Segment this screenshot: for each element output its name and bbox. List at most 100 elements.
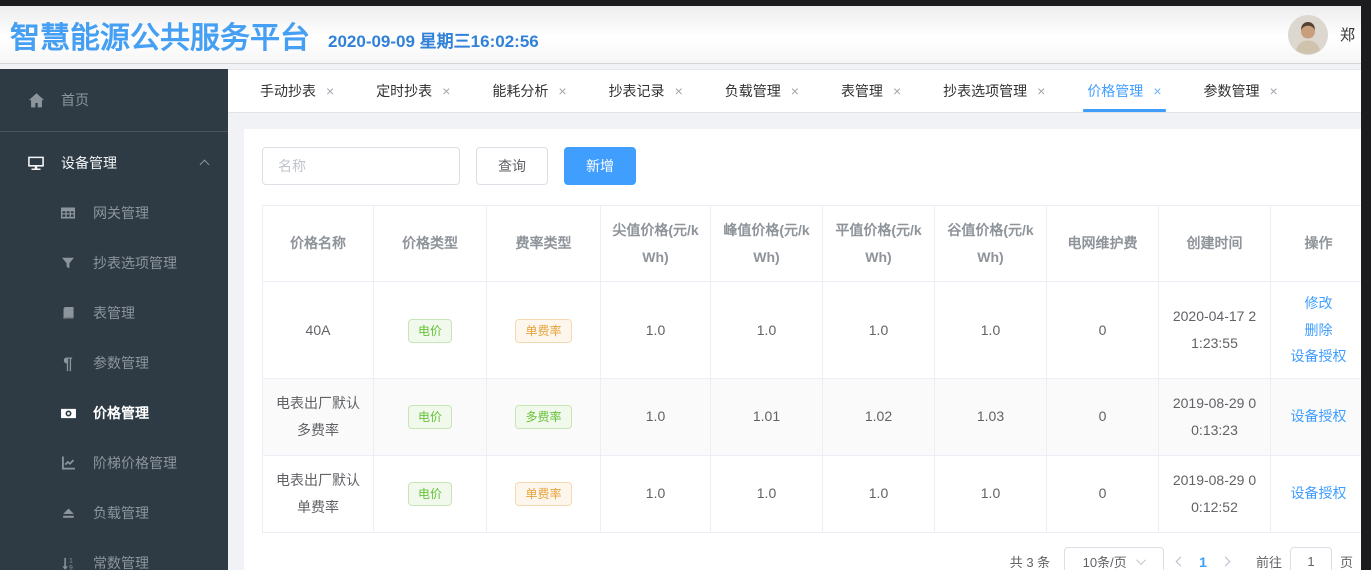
- goto-unit: 页: [1339, 555, 1353, 570]
- pilcrow-icon: ¶: [63, 353, 73, 373]
- price-table: 价格名称 价格类型 费率类型 尖值价格(元/kWh) 峰值价格(元/kWh) 平…: [262, 205, 1367, 533]
- tab-scheduled-reading[interactable]: 定时抄表 ×: [362, 70, 464, 112]
- delete-link[interactable]: 删除: [1305, 322, 1333, 338]
- page-size-value: 10条/页: [1082, 555, 1127, 570]
- col-price-name: 价格名称: [262, 205, 374, 282]
- sidebar-item-label: 抄表选项管理: [93, 255, 177, 271]
- cell-grid-fee: 0: [1046, 281, 1159, 379]
- col-operations: 操作: [1270, 205, 1367, 282]
- sidebar-item-load-management[interactable]: 负载管理: [0, 488, 228, 538]
- rate-type-badge: 单费率: [515, 318, 572, 343]
- rate-type-badge: 单费率: [515, 482, 572, 507]
- tab-close-icon[interactable]: ×: [791, 84, 799, 98]
- tab-load-management[interactable]: 负载管理 ×: [711, 70, 813, 112]
- tab-parameter-management[interactable]: 参数管理 ×: [1190, 70, 1292, 112]
- sidebar-item-home[interactable]: 首页: [0, 75, 228, 125]
- tab-close-icon[interactable]: ×: [1270, 84, 1278, 98]
- tab-close-icon[interactable]: ×: [326, 84, 334, 98]
- rate-type-badge: 多费率: [515, 405, 572, 430]
- add-button[interactable]: 新增: [564, 147, 636, 185]
- sidebar-item-label: 阶梯价格管理: [93, 455, 177, 471]
- table-row: 40A 电价 单费率 1.0 1.0 1.0 1.0 0 2020-04-17 …: [262, 281, 1367, 379]
- tab-close-icon[interactable]: ×: [1037, 84, 1045, 98]
- next-page-button[interactable]: [1220, 556, 1231, 567]
- col-peak-price: 峰值价格(元/kWh): [710, 205, 823, 282]
- cell-operations: 设备授权: [1270, 454, 1367, 533]
- cell-grid-fee: 0: [1046, 454, 1159, 533]
- filter-icon: [58, 256, 78, 270]
- cell-price-type: 电价: [373, 281, 487, 379]
- cell-sharp-price: 1.0: [600, 454, 711, 533]
- grid-icon: [58, 205, 78, 221]
- price-type-badge: 电价: [407, 405, 452, 430]
- col-valley-price: 谷值价格(元/kWh): [934, 205, 1047, 282]
- tab-energy-analysis[interactable]: 能耗分析 ×: [478, 70, 580, 112]
- edit-link[interactable]: 修改: [1305, 295, 1333, 311]
- tab-price-management[interactable]: 价格管理 ×: [1073, 70, 1175, 112]
- cell-rate-type: 单费率: [486, 454, 601, 533]
- goto-page-input[interactable]: [1289, 546, 1332, 570]
- sidebar-item-label: 常数管理: [93, 555, 149, 570]
- sidebar-item-price-management[interactable]: 价格管理: [0, 388, 228, 438]
- device-authorize-link[interactable]: 设备授权: [1291, 485, 1347, 501]
- chevron-down-icon: [1135, 555, 1146, 566]
- col-created-at: 创建时间: [1158, 205, 1271, 282]
- tab-meter-management[interactable]: 表管理 ×: [827, 70, 915, 112]
- home-icon: [26, 92, 46, 109]
- sidebar-item-meter-reading-options[interactable]: 抄表选项管理: [0, 238, 228, 288]
- sidebar: 首页 设备管理 网关管理 抄表选项管理 表管理 ¶ 参数管理 价格管理 阶梯价格…: [0, 69, 228, 570]
- avatar[interactable]: [1287, 14, 1328, 55]
- sidebar-item-label: 表管理: [93, 305, 135, 321]
- tab-close-icon[interactable]: ×: [893, 84, 901, 98]
- sort-numeric-icon: 19: [58, 556, 78, 570]
- sidebar-item-label: 设备管理: [61, 155, 117, 171]
- sidebar-item-meter-management[interactable]: 表管理: [0, 288, 228, 338]
- chart-line-icon: [58, 455, 78, 471]
- eject-icon: [58, 506, 78, 521]
- tab-manual-reading[interactable]: 手动抄表 ×: [246, 70, 348, 112]
- col-flat-price: 平值价格(元/kWh): [822, 205, 935, 282]
- page-size-select[interactable]: 10条/页: [1064, 546, 1165, 570]
- sidebar-item-constant-management[interactable]: 19 常数管理: [0, 538, 228, 570]
- tab-close-icon[interactable]: ×: [558, 84, 566, 98]
- device-authorize-link[interactable]: 设备授权: [1291, 348, 1347, 364]
- search-input[interactable]: [262, 147, 460, 185]
- sidebar-item-label: 价格管理: [93, 405, 149, 421]
- device-authorize-link[interactable]: 设备授权: [1291, 408, 1347, 424]
- col-price-type: 价格类型: [373, 205, 487, 282]
- sidebar-item-label: 参数管理: [93, 355, 149, 371]
- table-header-row: 价格名称 价格类型 费率类型 尖值价格(元/kWh) 峰值价格(元/kWh) 平…: [262, 205, 1367, 282]
- tab-close-icon[interactable]: ×: [442, 84, 450, 98]
- cell-sharp-price: 1.0: [600, 281, 711, 379]
- tab-reading-records[interactable]: 抄表记录 ×: [595, 70, 697, 112]
- datetime-text: 2020-09-09 星期三16:02:56: [328, 32, 539, 51]
- money-icon: [58, 405, 78, 422]
- query-button[interactable]: 查询: [476, 147, 548, 185]
- chevron-up-icon[interactable]: [199, 155, 210, 171]
- toolbar: 查询 新增: [262, 147, 1367, 185]
- sidebar-item-tiered-price-management[interactable]: 阶梯价格管理: [0, 438, 228, 488]
- book-icon: [58, 306, 78, 321]
- chevron-right-icon: [1220, 556, 1231, 567]
- cell-flat-price: 1.0: [822, 454, 935, 533]
- chevron-left-icon: [1175, 556, 1186, 567]
- cell-rate-type: 单费率: [486, 281, 601, 379]
- svg-text:1: 1: [69, 557, 73, 564]
- sidebar-item-parameter-management[interactable]: ¶ 参数管理: [0, 338, 228, 388]
- username-text: 郑: [1339, 27, 1355, 44]
- sidebar-item-device-management[interactable]: 设备管理: [0, 138, 228, 188]
- price-management-panel: 查询 新增 价格名称 价格类型 费率类型 尖值价格(元/kW: [244, 129, 1371, 570]
- sidebar-item-gateway-management[interactable]: 网关管理: [0, 188, 228, 238]
- prev-page-button[interactable]: [1175, 556, 1186, 567]
- window-right-edge: [1361, 0, 1371, 570]
- user-menu[interactable]: 郑: [1287, 14, 1355, 55]
- current-page[interactable]: 1: [1199, 554, 1207, 570]
- cell-rate-type: 多费率: [486, 377, 601, 456]
- tab-close-icon[interactable]: ×: [1153, 84, 1161, 98]
- col-rate-type: 费率类型: [486, 205, 601, 282]
- tab-close-icon[interactable]: ×: [675, 84, 683, 98]
- tab-reading-options-management[interactable]: 抄表选项管理 ×: [929, 70, 1059, 112]
- cell-sharp-price: 1.0: [600, 377, 711, 456]
- page-title: 智慧能源公共服务平台: [10, 21, 310, 55]
- goto-label: 前往: [1255, 555, 1282, 570]
